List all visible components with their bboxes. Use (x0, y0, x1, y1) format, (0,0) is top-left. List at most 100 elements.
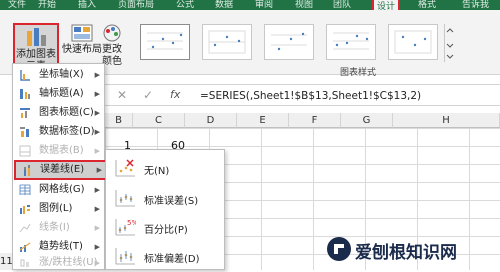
menu-item-chart-title[interactable]: 图表标题(C) ▶ (13, 104, 104, 122)
trendline-icon (19, 242, 31, 252)
add-chart-element-icon (27, 28, 46, 46)
quick-layout-button[interactable]: 快速布局 (62, 24, 102, 56)
chart-title-icon (20, 108, 30, 118)
tab-design[interactable]: 设计 (372, 0, 401, 12)
column-header-g[interactable]: G (341, 113, 393, 128)
menu-item-label: 坐标轴(X) (39, 69, 84, 80)
column-header-d[interactable]: D (185, 113, 237, 128)
data-table-icon (19, 145, 31, 157)
menu-item-data-labels[interactable]: 数据标签(D) ▶ (13, 123, 104, 141)
up-down-bars-icon (20, 259, 29, 267)
watermark-logo-icon (327, 237, 351, 261)
menu-item-up-down-bars[interactable]: 涨/跌柱线(U) ▶ (13, 254, 104, 272)
menu-item-label: 图表标题(C) (39, 107, 94, 118)
tab-insert[interactable]: 插入 (78, 0, 96, 10)
submenu-arrow-icon: ▶ (94, 109, 100, 117)
axis-title-icon (20, 89, 30, 99)
submenu-item-standard-deviation[interactable]: 标准偏差(D) (106, 242, 224, 270)
submenu-arrow-icon: ▶ (94, 128, 100, 136)
error-bars-icon (24, 165, 30, 176)
submenu-item-standard-error[interactable]: 标准误差(S) (106, 184, 224, 212)
row-header[interactable]: 11 (0, 253, 13, 270)
menu-item-label: 图例(L) (39, 203, 73, 214)
menu-item-error-bars[interactable]: 误差线(E) ▶ (14, 160, 108, 180)
axes-icon (20, 70, 30, 81)
tab-file[interactable]: 文件 (8, 0, 26, 10)
gallery-scroll-arrows[interactable] (444, 24, 454, 62)
quick-layout-icon (71, 24, 93, 42)
chart-style-thumbnail[interactable] (202, 24, 252, 60)
percentage-icon: 5% (115, 219, 136, 236)
submenu-item-label: 百分比(P) (144, 225, 188, 236)
menu-item-label: 涨/跌柱线(U) (39, 257, 98, 268)
data-labels-icon (20, 127, 29, 137)
chart-style-thumbnail[interactable] (326, 24, 376, 60)
column-header-h[interactable]: H (393, 113, 500, 128)
menu-item-label: 线条(I) (39, 222, 70, 233)
gridlines-icon (19, 184, 31, 195)
chart-style-preview-icon (271, 32, 307, 51)
gallery-scroll-icon (446, 28, 454, 59)
menu-item-label: 数据标签(D) (39, 126, 95, 137)
submenu-arrow-icon: ▶ (94, 186, 100, 194)
menu-item-legend[interactable]: 图例(L) ▶ (13, 200, 104, 218)
tab-format[interactable]: 格式 (418, 0, 436, 10)
change-colors-button[interactable]: 更改 颜色 (100, 24, 124, 68)
column-header-c[interactable]: C (133, 113, 185, 128)
chart-style-preview-icon (394, 30, 432, 54)
percent-glyph: 5% (127, 219, 136, 227)
standard-error-icon (115, 190, 135, 207)
cancel-formula-button[interactable]: ✕ (117, 88, 127, 102)
enter-formula-button[interactable]: ✓ (143, 88, 153, 102)
menu-item-label: 数据表(B) (39, 145, 84, 156)
tab-data[interactable]: 数据 (215, 0, 233, 10)
add-chart-element-menu: 坐标轴(X) ▶ 轴标题(A) ▶ 图表标题(C) ▶ 数据标签(D) ▶ 数据… (12, 63, 108, 272)
formula-input[interactable]: =SERIES(,Sheet1!$B$13,Sheet1!$C$13,2) (200, 90, 421, 102)
chart-style-preview-icon (208, 30, 246, 54)
column-header-e[interactable]: E (237, 113, 289, 128)
add-chart-element-label-line1: 添加图表 (16, 49, 56, 60)
watermark-text: 爱刨根知识网 (355, 243, 457, 263)
menu-item-gridlines[interactable]: 网格线(G) ▶ (13, 181, 104, 199)
submenu-arrow-icon: ▶ (94, 205, 100, 213)
change-colors-label-line1: 更改 (102, 44, 122, 55)
submenu-arrow-icon: ▶ (94, 147, 100, 155)
menu-item-axes[interactable]: 坐标轴(X) ▶ (13, 66, 104, 84)
chart-style-thumbnail[interactable] (140, 24, 190, 60)
chart-style-preview-icon (333, 32, 369, 50)
quick-layout-label: 快速布局 (62, 44, 102, 55)
chart-style-preview-icon (147, 32, 183, 50)
submenu-item-none[interactable]: 无(N) (106, 154, 224, 182)
chart-styles-gallery (140, 24, 445, 62)
chart-style-thumbnail[interactable] (388, 24, 438, 60)
tab-team[interactable]: 团队 (333, 0, 351, 10)
legend-icon (20, 205, 30, 214)
submenu-arrow-icon: ▶ (94, 90, 100, 98)
tab-review[interactable]: 审阅 (255, 0, 273, 10)
menu-item-data-table[interactable]: 数据表(B) ▶ (13, 142, 104, 160)
tab-page-layout[interactable]: 页面布局 (118, 0, 154, 10)
column-header-b[interactable]: B (105, 113, 133, 128)
menu-item-axis-titles[interactable]: 轴标题(A) ▶ (13, 85, 104, 103)
tab-formulas[interactable]: 公式 (176, 0, 194, 10)
submenu-arrow-icon: ▶ (94, 259, 100, 267)
lines-icon (19, 223, 31, 233)
tab-home[interactable]: 开始 (38, 0, 56, 10)
menu-item-label: 网格线(G) (39, 184, 85, 195)
submenu-item-label: 标准偏差(D) (144, 254, 200, 265)
formula-bar: ✕ ✓ fx =SERIES(,Sheet1!$B$13,Sheet1!$C$1… (100, 84, 500, 106)
standard-deviation-icon (115, 248, 135, 265)
submenu-arrow-icon: ▶ (94, 71, 100, 79)
insert-function-button[interactable]: fx (170, 88, 180, 101)
chart-styles-group-label: 图表样式 (340, 68, 377, 78)
tell-me-box[interactable]: 告诉我 (462, 0, 489, 10)
submenu-item-percentage[interactable]: 5% 百分比(P) (106, 213, 224, 241)
submenu-item-label: 无(N) (144, 166, 170, 177)
tab-view[interactable]: 视图 (295, 0, 313, 10)
menu-item-label: 误差线(E) (40, 164, 85, 175)
menu-item-lines[interactable]: 线条(I) ▶ (13, 219, 104, 237)
submenu-item-label: 标准误差(S) (144, 196, 199, 207)
chart-style-thumbnail[interactable] (264, 24, 314, 60)
submenu-arrow-icon: ▶ (96, 166, 102, 174)
column-header-f[interactable]: F (289, 113, 341, 128)
